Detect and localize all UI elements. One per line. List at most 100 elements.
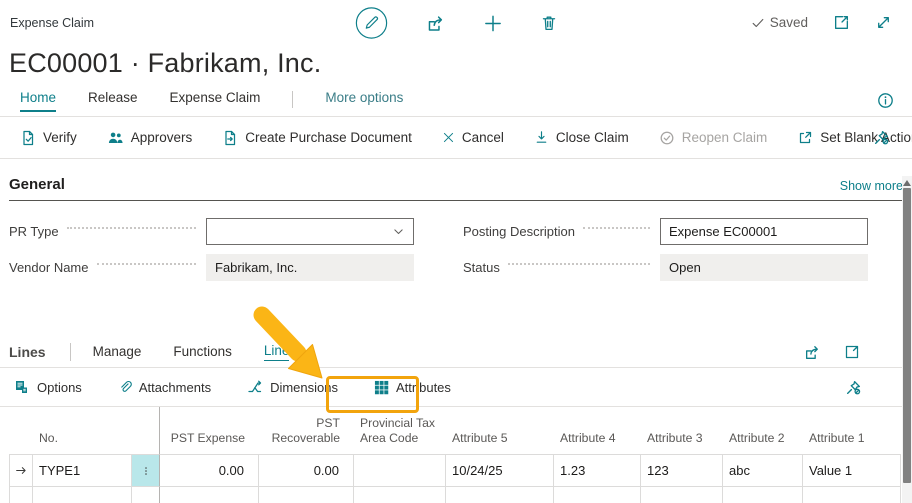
status-value: Open [660, 254, 868, 281]
row-indicator-header [9, 407, 33, 454]
people-icon [107, 130, 124, 146]
attributes-button[interactable]: Attributes [374, 380, 451, 395]
menu-divider [292, 91, 293, 108]
dotted-leader [67, 227, 196, 229]
options-button[interactable]: Options [13, 379, 82, 395]
general-section-header: General Show more [9, 176, 903, 201]
pr-type-label: PR Type [9, 224, 59, 239]
column-header-provincial-tax-area-code[interactable]: Provincial Tax Area Code [354, 407, 446, 454]
verify-document-icon [20, 130, 36, 146]
pr-type-field: PR Type [9, 218, 414, 245]
share-button[interactable] [427, 14, 446, 33]
expand-button[interactable] [875, 14, 892, 31]
app-header: Expense Claim [0, 0, 912, 46]
create-purchase-document-button[interactable]: Create Purchase Document [222, 130, 412, 146]
verify-button[interactable]: Verify [20, 130, 77, 146]
save-status-label: Saved [770, 15, 808, 30]
column-header-attribute-1[interactable]: Attribute 1 [803, 407, 901, 454]
cancel-button[interactable]: Cancel [442, 130, 504, 145]
vendor-name-field: Vendor Name Fabrikam, Inc. [9, 254, 414, 281]
vertical-ellipsis-icon [140, 463, 152, 479]
dimensions-button[interactable]: Dimensions [247, 379, 338, 395]
options-form-icon [13, 379, 30, 395]
more-options-button[interactable]: More options [325, 90, 403, 112]
cell-attribute-4[interactable]: 1.23 [554, 454, 641, 487]
dotted-leader [583, 227, 650, 229]
column-header-attribute-4[interactable]: Attribute 4 [554, 407, 641, 454]
status-label: Status [463, 260, 500, 275]
cell-attribute-5[interactable]: 10/24/25 [446, 454, 554, 487]
attributes-grid-icon [374, 380, 389, 395]
page-caption: Expense Claim [10, 16, 94, 30]
cell-pst-recoverable[interactable]: 0.00 [259, 454, 354, 487]
cell-provincial-tax-area-code[interactable] [354, 454, 446, 487]
dimensions-branch-icon [247, 379, 263, 395]
trash-icon [541, 14, 558, 32]
approvers-button[interactable]: Approvers [107, 130, 193, 146]
lines-share-button[interactable] [804, 344, 821, 361]
row-menu-button[interactable] [132, 454, 160, 487]
lines-tab-line[interactable]: Line [264, 343, 290, 361]
lines-tab-functions[interactable]: Functions [173, 343, 232, 361]
general-fields: PR Type Vendor Name Fabrikam, Inc. Posti… [9, 218, 903, 290]
lines-part-header: Lines Manage Functions Line [0, 337, 912, 368]
tab-release[interactable]: Release [88, 90, 138, 112]
posting-description-field: Posting Description [463, 218, 868, 245]
table-row-empty [9, 487, 901, 503]
general-fields-right: Posting Description Status Open [463, 218, 868, 290]
share-icon [427, 14, 446, 33]
close-claim-button[interactable]: Close Claim [534, 130, 629, 145]
cell-attribute-2[interactable]: abc [723, 454, 803, 487]
vertical-scrollbar[interactable] [902, 176, 912, 503]
tab-home[interactable]: Home [20, 90, 56, 112]
show-more-link[interactable]: Show more [840, 179, 903, 193]
posting-description-box [660, 218, 868, 245]
cell-pst-expense[interactable]: 0.00 [160, 454, 259, 487]
active-row-arrow-icon [14, 464, 29, 477]
chevron-down-icon[interactable] [392, 225, 405, 238]
general-heading: General [9, 176, 65, 193]
cell-no[interactable]: TYPE1 [33, 454, 132, 487]
lines-focus-mode-button[interactable] [844, 344, 860, 361]
dotted-leader [97, 263, 197, 265]
edit-button[interactable] [355, 6, 389, 40]
column-header-attribute-2[interactable]: Attribute 2 [723, 407, 803, 454]
share-icon [804, 344, 821, 361]
set-blank-action-to-button[interactable]: Set Blank Action To [797, 130, 912, 146]
pin-action-bar-button[interactable] [873, 129, 890, 146]
row-indicator-cell [9, 454, 33, 487]
column-header-attribute-3[interactable]: Attribute 3 [641, 407, 723, 454]
x-icon [442, 131, 455, 144]
pr-type-combobox[interactable] [206, 218, 414, 245]
column-header-pst-expense[interactable]: PST Expense [160, 407, 259, 454]
cell-attribute-1[interactable]: Value 1 [803, 454, 901, 487]
posting-description-label: Posting Description [463, 224, 575, 239]
pin-lines-toolbar-button[interactable] [845, 379, 862, 396]
posting-description-input[interactable] [661, 224, 867, 239]
new-button[interactable] [484, 14, 503, 33]
delete-button[interactable] [541, 14, 558, 32]
lines-divider [70, 343, 71, 361]
cell-attribute-3[interactable]: 123 [641, 454, 723, 487]
tab-expense-claim[interactable]: Expense Claim [170, 90, 261, 112]
column-header-no[interactable]: No. [33, 407, 132, 454]
lines-tabs: Manage Functions Line [93, 343, 290, 361]
column-header-attribute-5[interactable]: Attribute 5 [446, 407, 554, 454]
save-status: Saved [751, 15, 808, 30]
pencil-icon [355, 6, 389, 40]
attachments-button[interactable]: Attachments [118, 379, 211, 395]
document-arrow-icon [222, 130, 238, 146]
scrollbar-thumb[interactable] [903, 188, 911, 483]
vendor-name-label: Vendor Name [9, 260, 89, 275]
column-header-pst-recoverable[interactable]: PST Recoverable [259, 407, 354, 454]
reopen-claim-button[interactable]: Reopen Claim [659, 130, 768, 146]
pr-type-input[interactable] [207, 224, 392, 239]
download-arrow-icon [534, 130, 549, 145]
paperclip-icon [118, 379, 132, 395]
window-arrow-icon [797, 130, 813, 146]
scroll-up-icon[interactable] [903, 180, 911, 186]
info-button[interactable] [877, 92, 894, 109]
general-fields-left: PR Type Vendor Name Fabrikam, Inc. [9, 218, 414, 290]
open-in-new-window-button[interactable] [833, 14, 850, 31]
lines-tab-manage[interactable]: Manage [93, 343, 142, 361]
